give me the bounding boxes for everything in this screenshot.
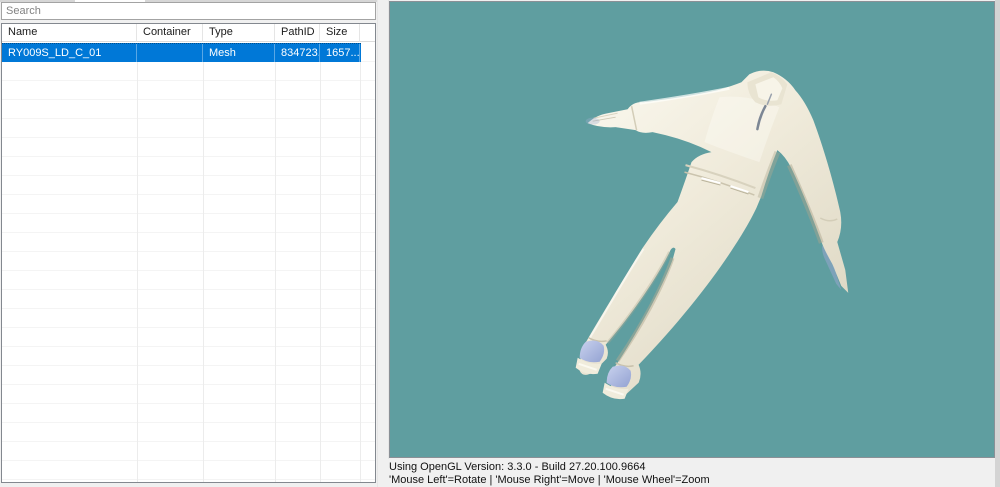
column-header-name[interactable]: Name — [2, 24, 137, 42]
grid-line — [203, 43, 204, 482]
cell-container — [137, 44, 203, 62]
mesh-3d-model — [575, 70, 849, 400]
table-row-selected[interactable]: RY009S_LD_C_01 Mesh 834723... 1657... — [2, 43, 361, 62]
column-header-type[interactable]: Type — [203, 24, 275, 42]
cell-size: 1657... — [320, 44, 360, 62]
grid-line — [137, 43, 138, 482]
search-input[interactable] — [1, 2, 376, 20]
opengl-version-text: Using OpenGL Version: 3.3.0 - Build 27.2… — [389, 461, 646, 473]
grid-line — [360, 43, 361, 482]
cell-name: RY009S_LD_C_01 — [2, 44, 137, 62]
status-bar: Using OpenGL Version: 3.3.0 - Build 27.2… — [386, 459, 995, 487]
grid-line — [320, 43, 321, 482]
column-header-container[interactable]: Container — [137, 24, 203, 42]
panel-splitter[interactable] — [377, 0, 389, 487]
column-header-pathid[interactable]: PathID — [275, 24, 320, 42]
window-edge — [995, 0, 1000, 487]
cell-pathid: 834723... — [275, 44, 320, 62]
cell-type: Mesh — [203, 44, 275, 62]
table-body[interactable]: RY009S_LD_C_01 Mesh 834723... 1657... — [2, 43, 375, 482]
mouse-controls-text: 'Mouse Left'=Rotate | 'Mouse Right'=Move… — [389, 474, 710, 486]
preview-viewport[interactable] — [389, 1, 995, 458]
table-header-row: Name Container Type PathID Size — [2, 24, 375, 42]
app-window: Name Container Type PathID Size RY009S_L… — [0, 0, 1000, 487]
column-header-size[interactable]: Size — [320, 24, 360, 42]
asset-list-table[interactable]: Name Container Type PathID Size RY009S_L… — [1, 23, 376, 483]
grid-line — [275, 43, 276, 482]
